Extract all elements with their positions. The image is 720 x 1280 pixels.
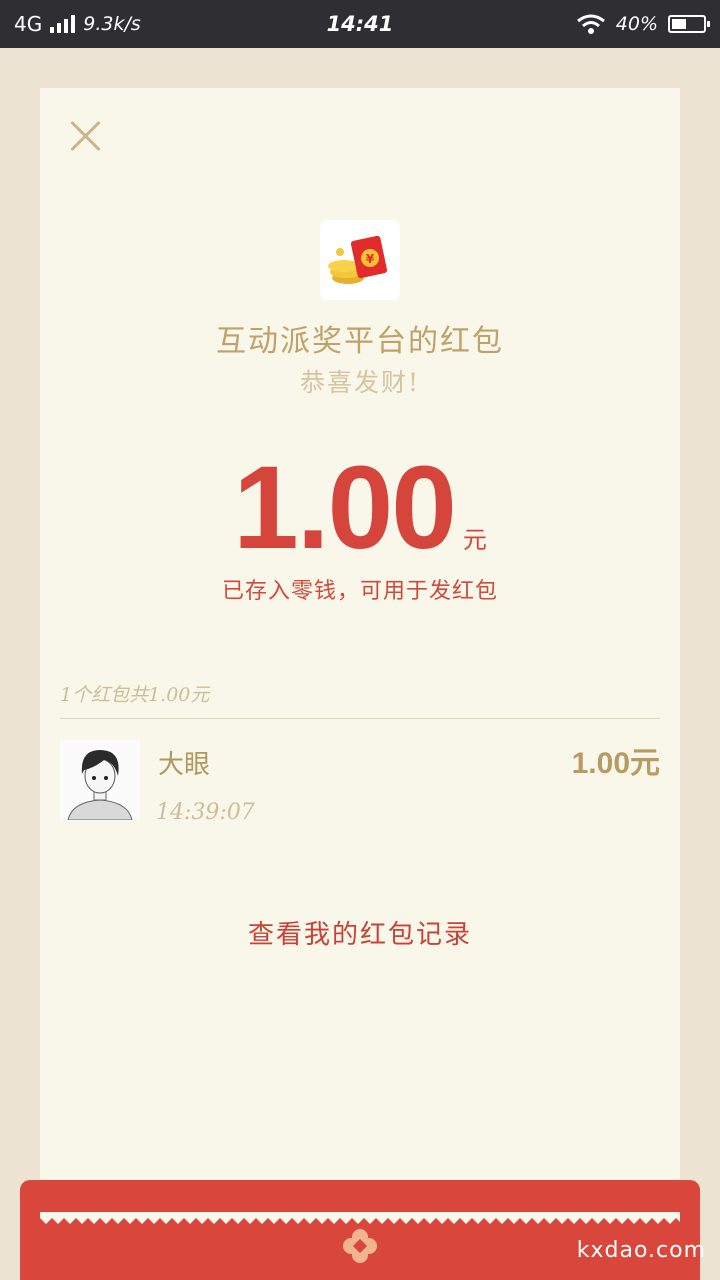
record-time: 14:39:07 — [156, 800, 255, 825]
amount-value: 1.00 — [233, 442, 457, 574]
avatar[interactable] — [60, 740, 140, 820]
zigzag-edge — [40, 1212, 680, 1224]
platform-logo: ¥ — [320, 220, 400, 300]
red-packet-detail-card: ¥ 互动派奖平台的红包 恭喜发财! 1.00 元 已存入零钱，可用于发红包 1个红… — [40, 88, 680, 1218]
battery-percent: 40% — [615, 13, 658, 35]
amount-unit: 元 — [462, 526, 487, 554]
packet-summary: 1个红包共1.00元 — [60, 684, 210, 706]
view-my-red-packet-records-link[interactable]: 查看我的红包记录 — [40, 914, 680, 951]
record-amount: 1.00元 — [571, 747, 660, 780]
received-amount: 1.00 元 — [40, 440, 680, 576]
packet-greeting: 恭喜发财! — [299, 368, 421, 397]
watermark: kxdao.com — [576, 1238, 706, 1263]
sender-name: 大眼 — [158, 750, 211, 780]
packet-title: 互动派奖平台的红包 — [216, 324, 504, 359]
divider — [60, 718, 660, 719]
wifi-icon — [576, 14, 605, 34]
close-icon[interactable] — [66, 116, 104, 154]
status-right: 40% — [576, 0, 710, 48]
user-avatar-icon — [60, 740, 140, 820]
battery-icon — [668, 15, 710, 33]
red-packet-coins-icon: ¥ — [328, 235, 388, 284]
status-bar: 4G 9.3k/s 14:41 40% — [0, 0, 720, 48]
flower-ornament-icon — [343, 1229, 377, 1263]
red-packet-footer — [20, 1180, 700, 1280]
svg-text:¥: ¥ — [366, 252, 375, 266]
deposit-note: 已存入零钱，可用于发红包 — [221, 579, 498, 604]
